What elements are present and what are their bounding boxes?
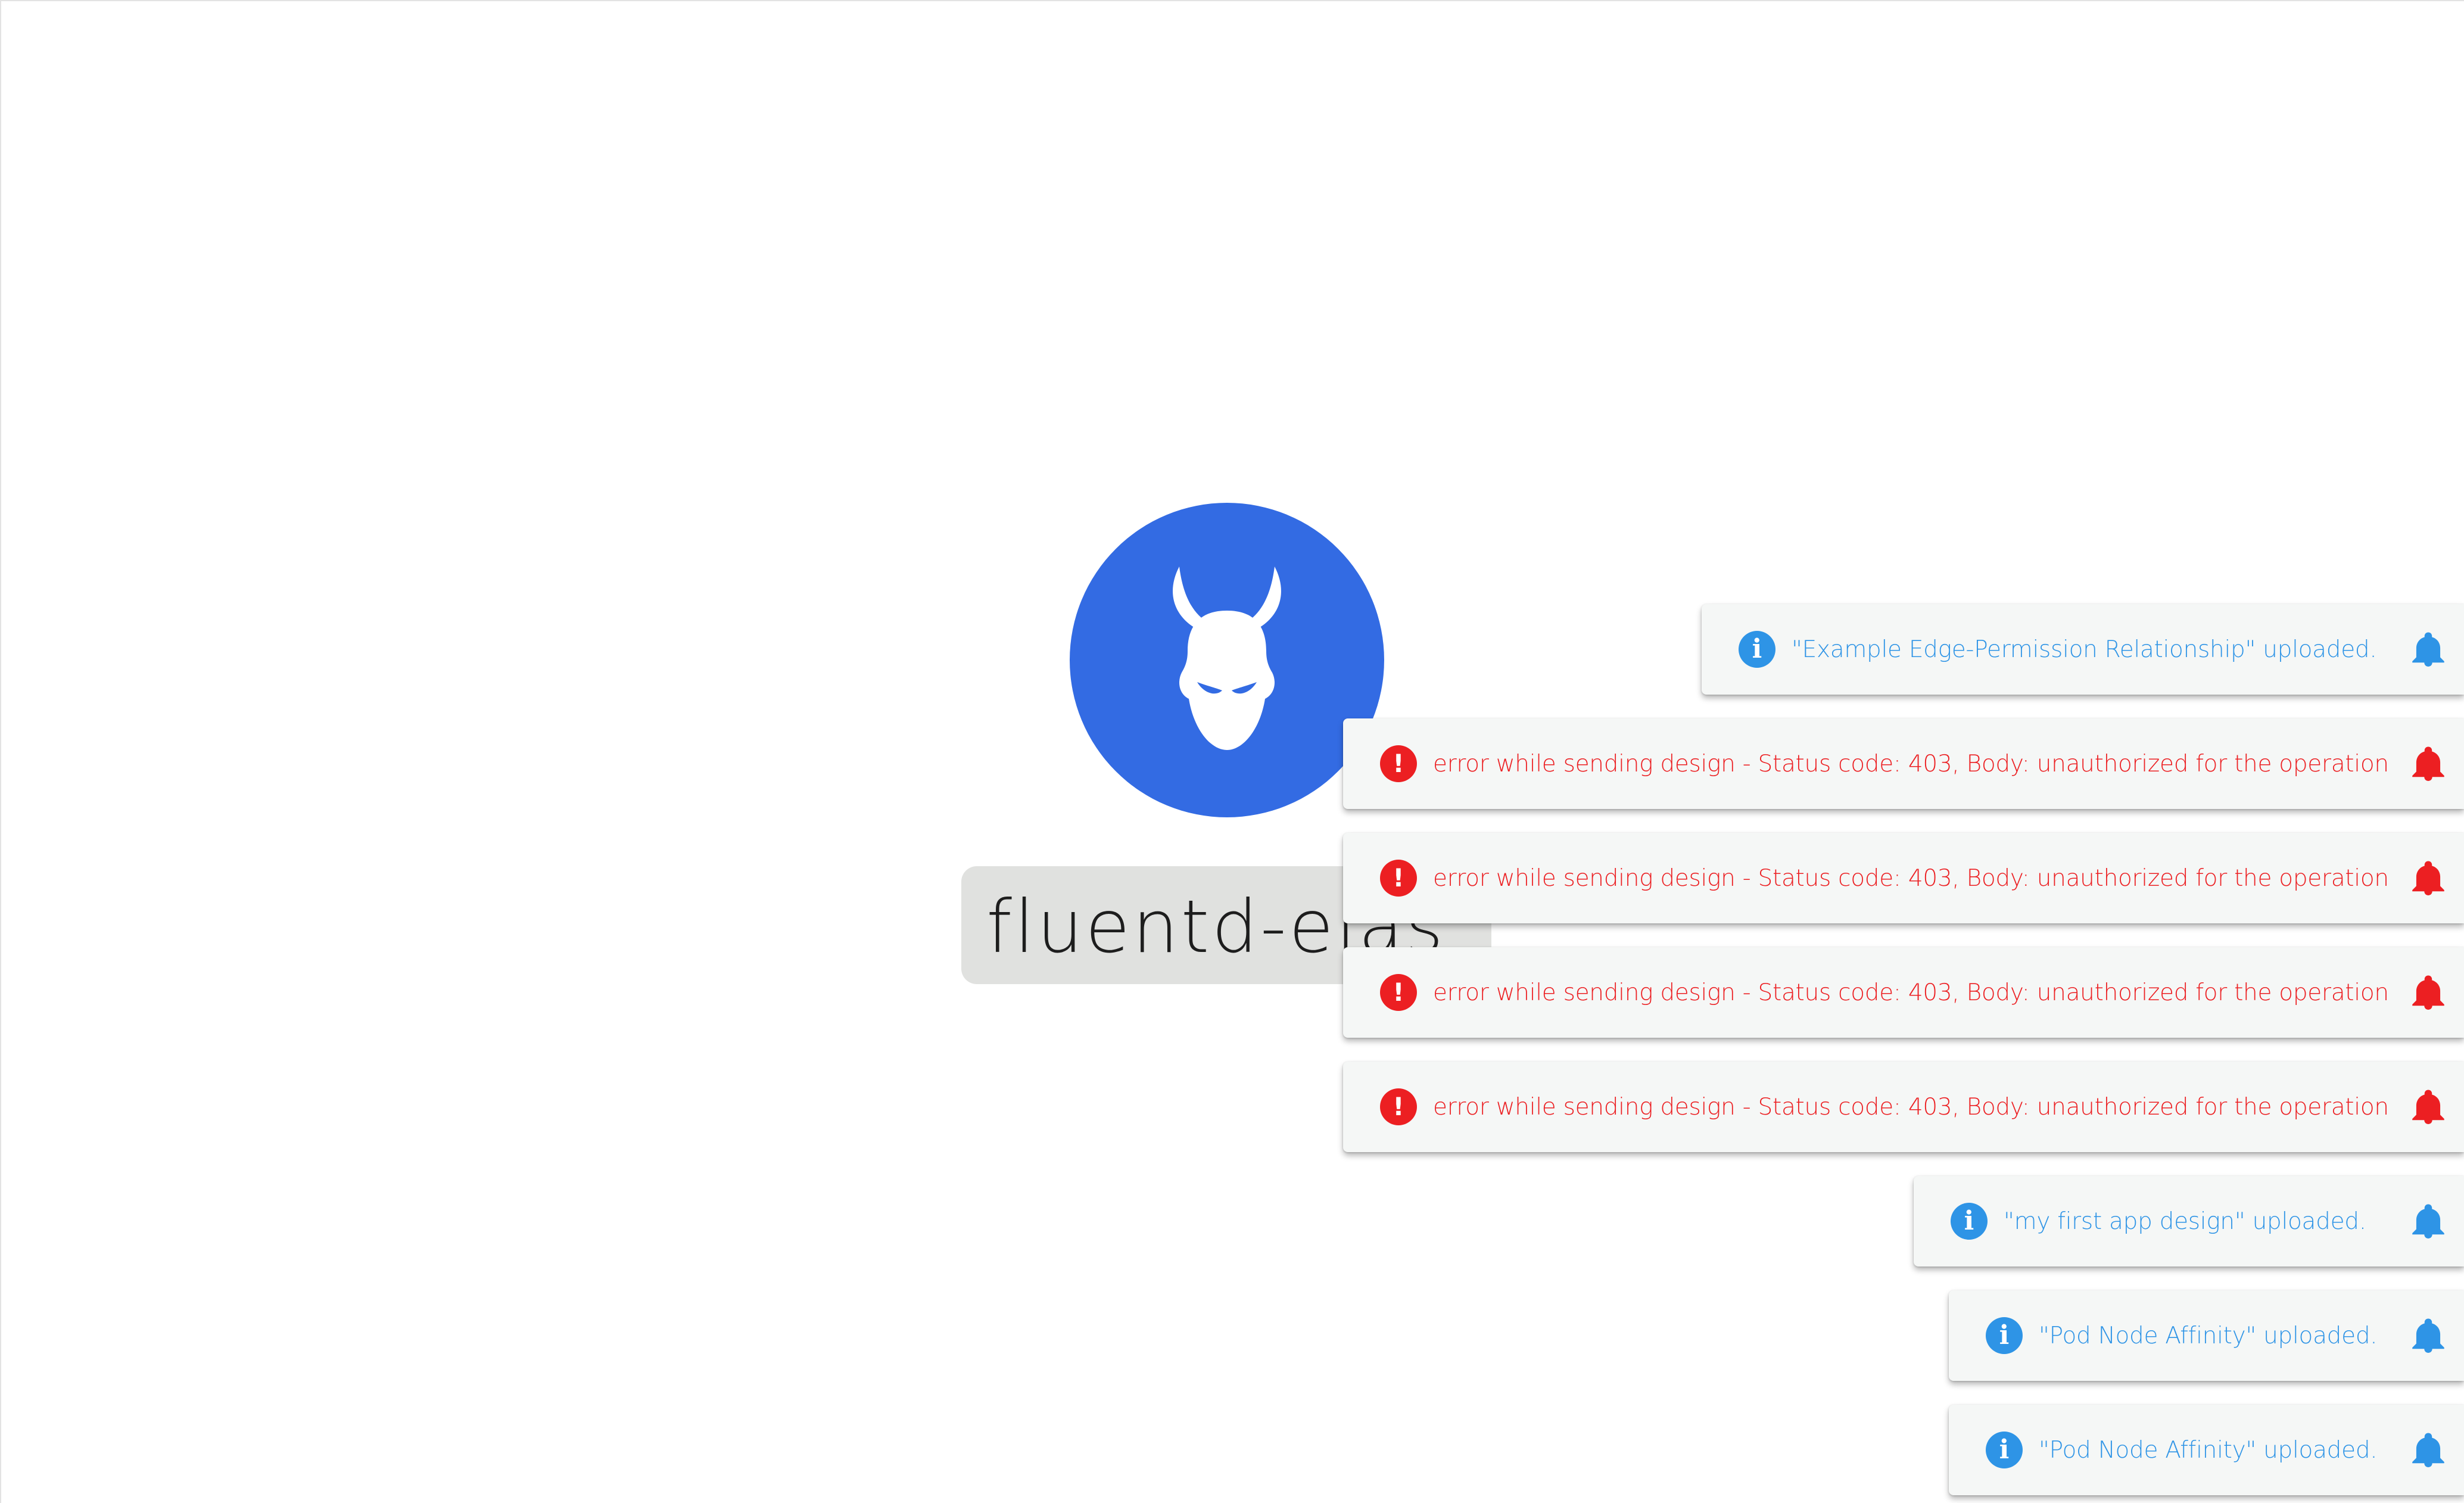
notification-toast[interactable]: ! error while sending design - Status co…: [1343, 718, 2464, 809]
notification-message: "Pod Node Affinity" uploaded.: [2039, 1322, 2378, 1349]
bell-icon[interactable]: [2410, 860, 2446, 896]
bell-icon[interactable]: [2410, 1203, 2446, 1239]
info-icon: i: [1986, 1432, 2023, 1468]
notification-toast[interactable]: i "my first app design" uploaded.: [1914, 1176, 2464, 1266]
notification-toast[interactable]: ! error while sending design - Status co…: [1343, 947, 2464, 1038]
devil-horns-icon: [1173, 567, 1281, 750]
error-icon: !: [1380, 1088, 1417, 1125]
node-avatar[interactable]: [1070, 503, 1384, 817]
notification-message: error while sending design - Status code…: [1433, 864, 2389, 892]
bell-icon[interactable]: [2410, 1432, 2446, 1468]
error-icon: !: [1380, 860, 1417, 897]
notification-message: "Pod Node Affinity" uploaded.: [2039, 1436, 2378, 1464]
notification-toast[interactable]: ! error while sending design - Status co…: [1343, 1062, 2464, 1152]
bell-icon[interactable]: [2410, 746, 2446, 782]
info-icon: i: [1951, 1203, 1988, 1240]
notification-message: error while sending design - Status code…: [1433, 1093, 2389, 1121]
bell-icon[interactable]: [2410, 975, 2446, 1010]
notification-message: error while sending design - Status code…: [1433, 979, 2389, 1006]
notification-toast[interactable]: i "Example Edge-Permission Relationship"…: [1702, 604, 2464, 695]
bell-icon[interactable]: [2410, 1318, 2446, 1353]
notification-toast[interactable]: i "Pod Node Affinity" uploaded.: [1949, 1405, 2464, 1495]
design-canvas[interactable]: fluentd-elas... i "Example Edge-Permissi…: [0, 0, 2464, 1503]
info-icon: i: [1986, 1317, 2023, 1354]
error-icon: !: [1380, 974, 1417, 1011]
notification-message: "Example Edge-Permission Relationship" u…: [1792, 636, 2377, 663]
notification-toast[interactable]: ! error while sending design - Status co…: [1343, 833, 2464, 923]
notification-message: "my first app design" uploaded.: [2004, 1208, 2366, 1235]
notification-message: error while sending design - Status code…: [1433, 750, 2389, 777]
error-icon: !: [1380, 745, 1417, 782]
info-icon: i: [1739, 631, 1775, 668]
bell-icon[interactable]: [2410, 631, 2446, 667]
notification-toast[interactable]: i "Pod Node Affinity" uploaded.: [1949, 1290, 2464, 1381]
bell-icon[interactable]: [2410, 1089, 2446, 1125]
